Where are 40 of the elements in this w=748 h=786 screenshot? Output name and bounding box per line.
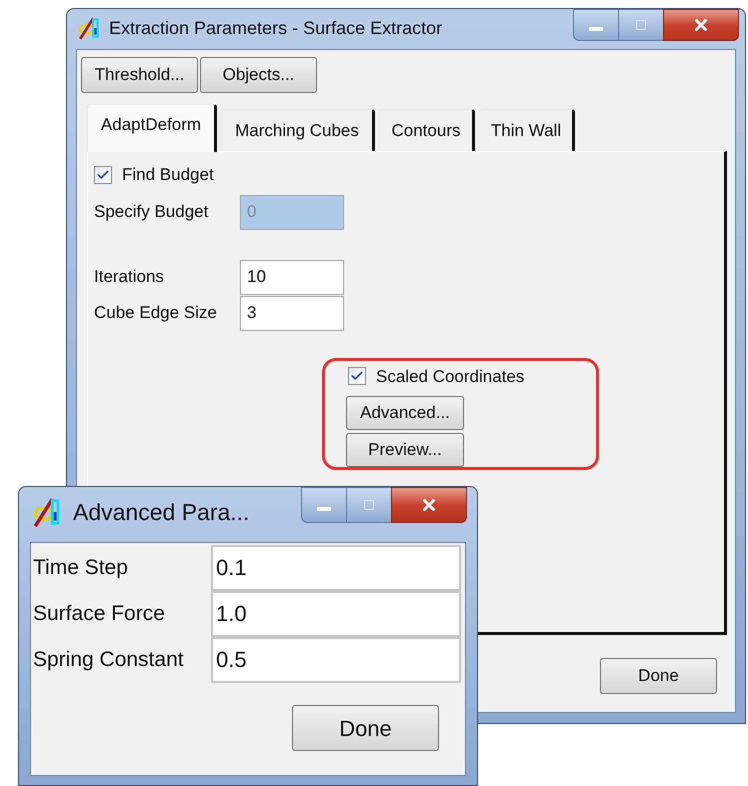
input-field[interactable]: 10 [240,260,344,294]
field-label: Spring Constant [33,647,185,674]
panel-button[interactable]: Advanced... [346,396,464,430]
field-label: Specify Budget [94,201,210,224]
maximize-icon [635,19,647,31]
close-icon [692,16,710,34]
checkbox[interactable] [94,166,112,184]
checkbox-label: Find Budget [122,164,214,186]
maximize-button[interactable] [619,9,663,41]
done-button[interactable]: Done [600,658,717,694]
minimize-icon [317,507,331,511]
done-button[interactable]: Done [292,705,439,751]
input-field[interactable]: 0.5 [211,637,461,683]
tab[interactable]: AdaptDeform [87,104,217,152]
input-field[interactable]: 3 [240,296,344,330]
input-field[interactable]: 1.0 [211,591,461,637]
field-label: Surface Force [33,601,166,628]
field-label: Time Step [33,555,129,582]
check-icon [96,168,110,182]
window-title: Extraction Parameters - Surface Extractor [109,16,442,40]
tab[interactable]: Thin Wall [479,109,575,151]
close-button[interactable] [663,9,739,41]
field-label: Cube Edge Size [94,302,218,324]
field-label: Iterations [94,266,165,288]
maximize-button[interactable] [347,487,391,523]
panel-button[interactable]: Preview... [346,433,464,467]
minimize-button[interactable] [573,9,619,41]
tab[interactable]: Marching Cubes [221,109,375,151]
window-title: Advanced Para... [73,498,250,527]
maximize-icon [363,499,375,511]
minimize-icon [589,27,603,31]
minimize-button[interactable] [301,487,347,523]
checkbox[interactable] [348,367,366,386]
tab[interactable]: Contours [379,109,475,151]
close-button[interactable] [391,487,467,523]
close-icon [420,496,438,514]
toolbar-button[interactable]: Objects... [200,57,317,93]
input-field[interactable]: 0.1 [211,545,461,591]
checkbox-label: Scaled Coordinates [376,366,524,388]
toolbar-button[interactable]: Threshold... [81,57,198,93]
